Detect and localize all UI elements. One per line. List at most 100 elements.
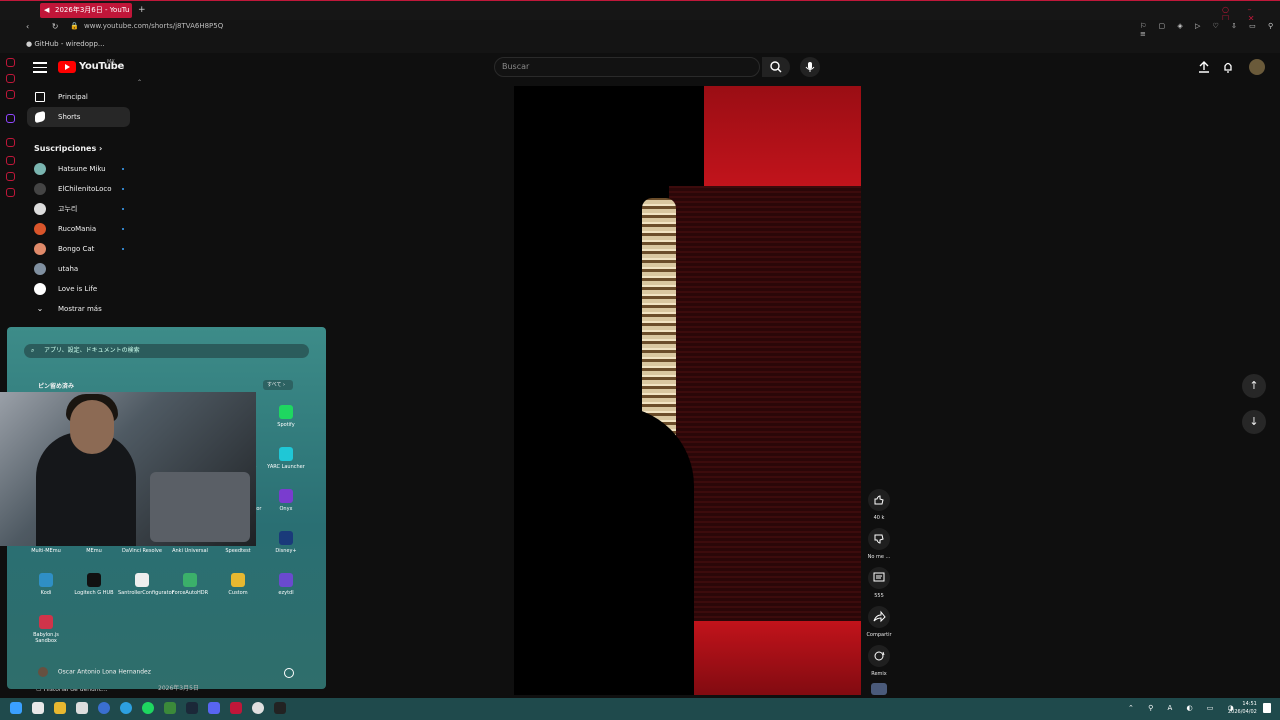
sidebar-icon-2[interactable] — [6, 74, 15, 83]
youtube-logo-icon[interactable] — [58, 61, 76, 73]
taskbar-app-icon[interactable] — [252, 702, 264, 714]
sound-thumbnail[interactable] — [871, 683, 887, 695]
app-icon — [135, 573, 149, 587]
twitch-icon[interactable] — [6, 114, 15, 123]
new-tab-button[interactable]: + — [138, 5, 146, 15]
start-app-tile[interactable]: Spotify — [262, 405, 310, 428]
subscription-item[interactable]: RucoMania — [34, 222, 124, 236]
start-app-tile[interactable]: ezytdl — [262, 573, 310, 596]
file-explorer-icon[interactable] — [54, 702, 66, 714]
taskbar-app-icon[interactable] — [98, 702, 110, 714]
active-tab[interactable]: ◀ 2026年3月6日 - YouTu — [40, 3, 132, 18]
next-short-button[interactable]: ↓ — [1242, 410, 1266, 434]
thumbs-up-icon — [874, 495, 884, 505]
spotify-icon[interactable] — [142, 702, 154, 714]
subscriptions-title[interactable]: Suscripciones › — [34, 144, 102, 153]
new-content-dot — [122, 208, 124, 210]
search-icon: ⌕ — [31, 347, 35, 354]
subscription-item[interactable]: utaha — [34, 262, 124, 276]
subscription-item[interactable]: Love is Life — [34, 282, 124, 296]
sidebar-icon-7[interactable] — [6, 188, 15, 197]
start-app-tile[interactable]: Disney+ — [262, 531, 310, 554]
avatar[interactable] — [1249, 59, 1265, 75]
short-video-player[interactable] — [514, 86, 861, 695]
start-app-tile[interactable]: Custom — [214, 573, 262, 596]
dislike-button[interactable] — [868, 528, 890, 550]
arrow-up-icon: ↑ — [1249, 379, 1259, 392]
user-profile[interactable]: Oscar Antonio Lona Hernandez — [38, 667, 151, 677]
new-content-dot — [122, 228, 124, 230]
previous-short-button[interactable]: ↑ — [1242, 374, 1266, 398]
taskbar-app-icon[interactable] — [164, 702, 176, 714]
sidebar-icon-6[interactable] — [6, 172, 15, 181]
edge-icon[interactable] — [120, 702, 132, 714]
new-content-dot — [122, 188, 124, 190]
pinned-title: ピン留め済み — [38, 383, 75, 390]
start-app-tile[interactable]: ForceAutoHDR — [166, 573, 214, 596]
show-more-button[interactable]: ⌄ Mostrar más — [34, 302, 124, 316]
start-app-tile[interactable]: SantrollerConfigurator — [118, 573, 174, 596]
app-label: DaVinci Resolve — [122, 548, 162, 554]
start-app-tile[interactable]: Kodi — [22, 573, 70, 596]
channel-name: Hatsune Miku — [58, 165, 106, 173]
collapse-icon[interactable]: ⌃ — [137, 79, 142, 86]
address-bar-tools[interactable]: ⚐ ▢ ◈ ▷ ♡ ⇩ ▭ ⚲ ≡ — [1140, 22, 1280, 38]
all-apps-button[interactable]: すべて › — [263, 380, 293, 390]
notification-icon[interactable] — [1263, 703, 1271, 713]
subscription-item[interactable]: Hatsune Miku — [34, 162, 124, 176]
remix-icon — [874, 651, 885, 661]
subscription-item[interactable]: 고누리 — [34, 202, 124, 216]
start-app-tile[interactable]: Logitech G HUB — [70, 573, 118, 596]
store-icon[interactable] — [32, 702, 44, 714]
mic-button[interactable] — [800, 57, 820, 77]
share-button[interactable] — [868, 606, 890, 628]
start-app-tile[interactable]: YARC Launcher — [262, 447, 310, 470]
start-search-input[interactable]: ⌕ アプリ、設定、ドキュメントの検索 — [24, 344, 309, 358]
steam-icon[interactable] — [186, 702, 198, 714]
opera-gx-icon[interactable] — [230, 702, 242, 714]
windows-start-icon[interactable] — [10, 702, 22, 714]
app-label: SantrollerConfigurator — [118, 590, 174, 596]
nav-buttons[interactable]: ‹ ↻ — [26, 22, 68, 31]
bell-icon[interactable] — [1222, 61, 1234, 73]
discord-icon[interactable] — [208, 702, 220, 714]
comments-button[interactable] — [868, 567, 890, 589]
desk-equipment — [150, 472, 250, 542]
start-app-tile[interactable]: Babylon.js Sandbox — [22, 615, 70, 644]
taskbar-app-icon[interactable] — [274, 702, 286, 714]
url-text[interactable]: www.youtube.com/shorts/j8TVA6H8P5Q — [84, 22, 223, 30]
bookmark-github[interactable]: ● GitHub - wiredopp... — [26, 40, 105, 48]
youtube-logo-text[interactable]: YouTube — [79, 61, 124, 72]
remix-button[interactable] — [868, 645, 890, 667]
subscription-item[interactable]: Bongo Cat — [34, 242, 124, 256]
app-icon — [39, 573, 53, 587]
nav-item-home[interactable]: Principal — [27, 87, 130, 107]
app-icon — [183, 573, 197, 587]
comment-icon — [873, 572, 885, 582]
upload-icon[interactable] — [1198, 61, 1210, 73]
nav-item-shorts[interactable]: Shorts — [27, 107, 130, 127]
channel-avatar — [34, 183, 46, 195]
dark-silhouette — [514, 406, 694, 695]
system-tray[interactable]: ⌃ ⚲ A ◐ ▭ ◑ — [1128, 704, 1240, 712]
region-label: MX — [107, 59, 115, 65]
sidebar-icon-3[interactable] — [6, 90, 15, 99]
like-button[interactable] — [868, 489, 890, 511]
app-icon — [39, 615, 53, 629]
share-label: Compartir — [866, 632, 892, 638]
sidebar-icon-4[interactable] — [6, 138, 15, 147]
taskbar-app-icon[interactable] — [76, 702, 88, 714]
clock[interactable]: 14:51 2026/04/02 — [1228, 700, 1257, 716]
power-button[interactable] — [284, 668, 294, 678]
subscription-item[interactable]: ElChilenitoLoco — [34, 182, 124, 196]
user-name: Oscar Antonio Lona Hernandez — [57, 668, 151, 676]
new-content-dot — [122, 248, 124, 250]
app-icon — [279, 489, 293, 503]
menu-icon[interactable] — [33, 62, 47, 76]
channel-name: 고누리 — [58, 205, 78, 213]
start-app-tile[interactable]: Onyx — [262, 489, 310, 512]
search-button[interactable] — [762, 57, 790, 77]
sidebar-icon-5[interactable] — [6, 156, 15, 165]
sidebar-icon-1[interactable] — [6, 58, 15, 67]
search-input[interactable]: Buscar — [494, 57, 760, 77]
